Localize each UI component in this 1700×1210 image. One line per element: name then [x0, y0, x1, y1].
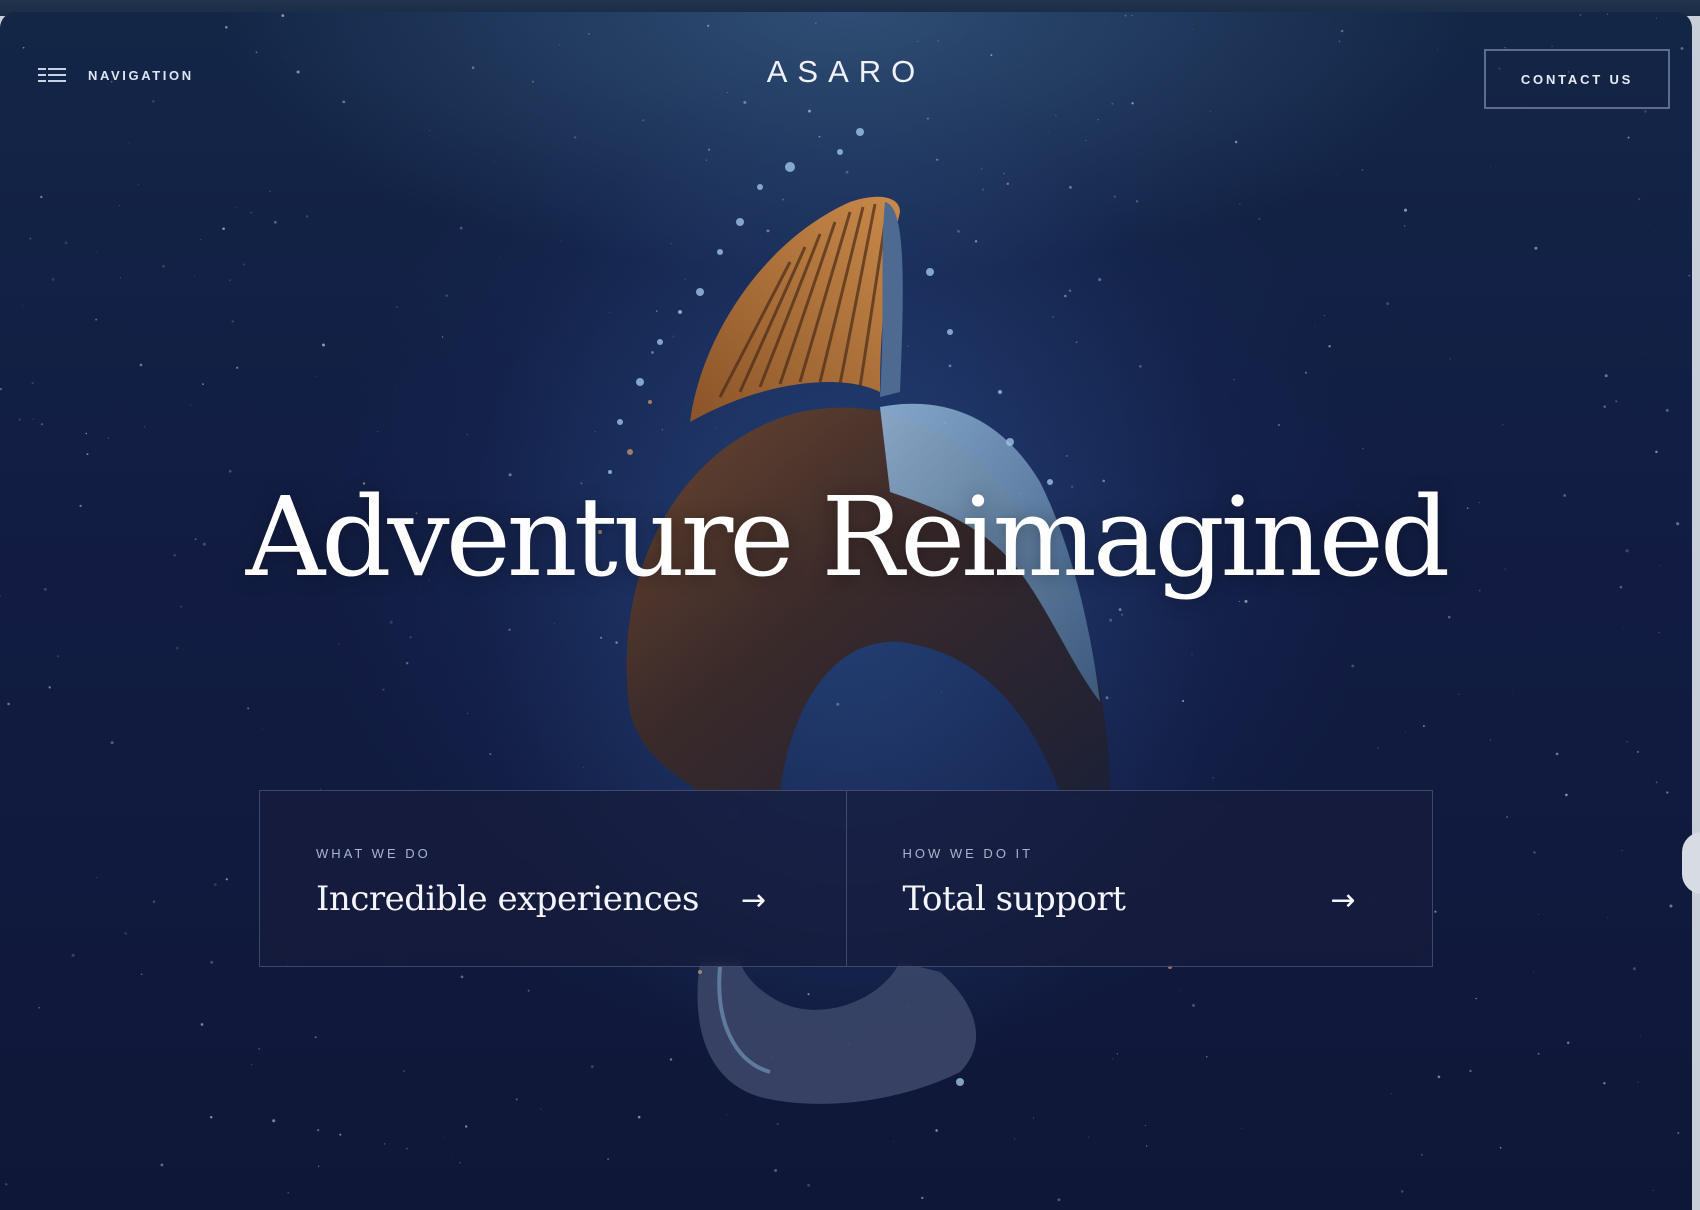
helmet-illustration [470, 72, 1230, 1104]
card-how-we-do-it[interactable]: HOW WE DO IT Total support → [845, 791, 1433, 966]
feature-cards: WHAT WE DO Incredible experiences → HOW … [259, 790, 1433, 967]
arrow-right-icon: → [1330, 883, 1356, 918]
card-what-we-do[interactable]: WHAT WE DO Incredible experiences → [260, 791, 846, 966]
arrow-right-icon: → [741, 883, 767, 918]
scroll-handle[interactable] [1682, 832, 1700, 894]
contact-us-button[interactable]: CONTACT US [1484, 49, 1670, 109]
brand-logo[interactable]: ASARO [0, 54, 1692, 90]
card-kicker: HOW WE DO IT [902, 846, 1034, 861]
hero-section: NAVIGATION ASARO CONTACT US Adventure Re… [0, 12, 1692, 1210]
hero-headline: Adventure Reimagined [245, 473, 1451, 601]
card-title: Total support [902, 879, 1126, 919]
card-title: Incredible experiences [316, 879, 699, 919]
card-kicker: WHAT WE DO [316, 846, 431, 861]
